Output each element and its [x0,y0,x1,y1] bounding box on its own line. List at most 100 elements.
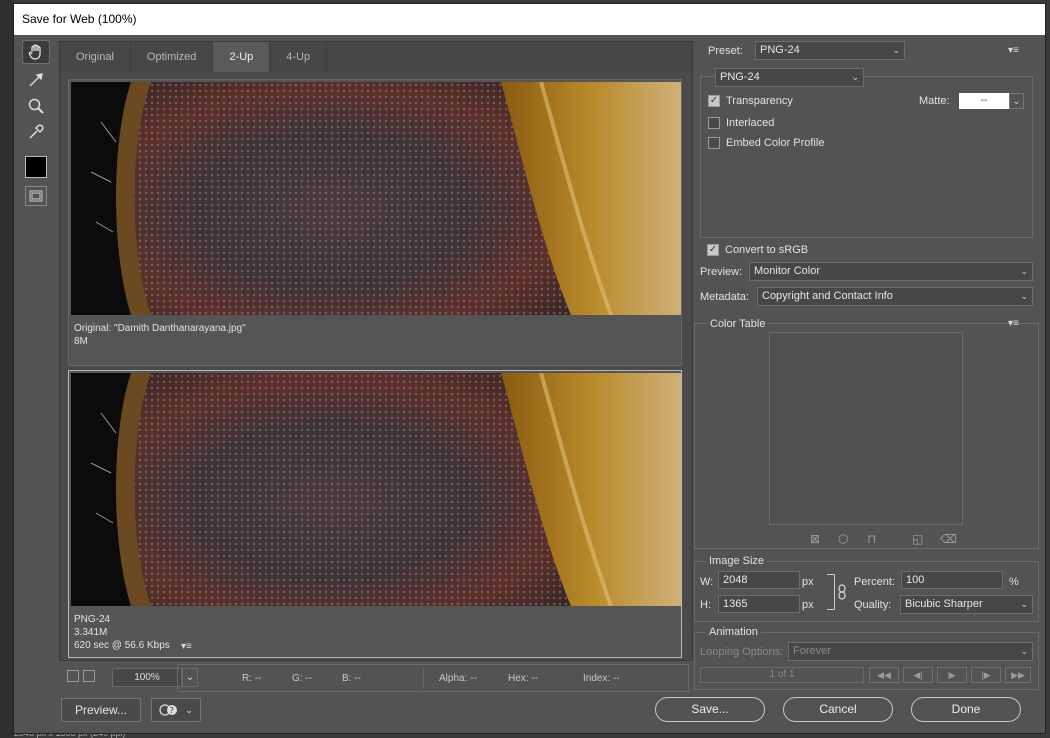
new-color-icon[interactable]: ◱ [912,532,923,546]
eyedropper-icon [29,124,44,139]
done-button[interactable]: Done [911,697,1021,722]
slice-select-icon [29,73,43,87]
metadata-label: Metadata: [700,291,749,303]
tab-2-up[interactable]: 2-Up [213,42,271,72]
chevron-down-icon: ⌄ [1020,266,1028,276]
tool-palette [22,40,50,220]
animation-title: Animation [706,626,761,638]
optimized-format: PNG-24 [74,614,111,625]
quality-label: Quality: [854,599,892,611]
preview-mode-label: Preview: [700,266,743,278]
zoom-level-field[interactable]: 100% [112,668,182,687]
tab-optimized[interactable]: Optimized [131,42,214,72]
preview-area: Original Optimized 2-Up 4-Up Original: "… [59,41,693,661]
save-for-web-dialog: Save for Web (100%) Original Optimized 2… [13,3,1046,734]
height-field[interactable]: 1365 [718,595,800,613]
tab-4-up[interactable]: 4-Up [270,42,328,72]
file-format-value: PNG-24 [720,71,760,83]
color-table-title: Color Table [708,318,768,330]
embed-color-profile-checkbox[interactable] [708,137,720,149]
hand-tool[interactable] [22,40,50,64]
metadata-value: Copyright and Contact Info [762,290,893,302]
percent-label: Percent: [854,576,895,588]
readout-g: G: -- [292,673,312,684]
original-preview-pane[interactable]: Original: "Damith Danthanarayana.jpg" 8M [68,79,682,366]
color-table-menu-button[interactable]: ▾≡ [1008,318,1019,329]
transparency-label: Transparency [726,95,793,107]
percent-unit: % [1009,576,1019,588]
chevron-down-icon: ⌄ [851,72,859,82]
eyedropper-color-swatch[interactable] [25,156,47,178]
original-filename: Original: "Damith Danthanarayana.jpg" [74,323,246,334]
trash-icon[interactable]: ⌫ [940,532,957,546]
matte-dropdown[interactable]: ⌄ [1009,93,1024,109]
convert-to-srgb-label: Convert to sRGB [725,244,809,256]
last-frame-button[interactable]: ▶▶ [1005,667,1031,683]
file-format-dropdown[interactable]: PNG-24 ⌄ [715,68,864,87]
browser-preview-button[interactable]: ? ⌄ [151,698,201,722]
optimized-preview-pane[interactable]: PNG-24 3.341M 620 sec @ 56.6 Kbps ▾≡ [68,370,682,658]
transparency-checkbox[interactable]: ✓ [708,95,720,107]
tab-original[interactable]: Original [60,42,131,72]
embed-color-profile-label: Embed Color Profile [726,137,825,149]
download-speed-menu[interactable]: ▾≡ [181,641,192,652]
optimized-download-time: 620 sec @ 56.6 Kbps [74,640,170,651]
workspace-left-strip [0,0,14,738]
looping-options-dropdown[interactable]: Forever ⌄ [788,642,1033,661]
color-readout: R: -- G: -- B: -- Alpha: -- Hex: -- Inde… [177,664,689,692]
eyedropper-tool[interactable] [22,120,50,144]
zoom-in-button[interactable] [83,670,95,682]
previous-frame-button[interactable]: ◀| [903,667,933,683]
zoom-out-button[interactable] [67,670,79,682]
quality-dropdown[interactable]: Bicubic Sharper ⌄ [900,595,1033,614]
optimize-menu-button[interactable]: ▾≡ [1008,45,1019,56]
lock-icon[interactable]: ⊓ [867,532,876,546]
zoom-icon [28,98,44,114]
next-frame-button[interactable]: |▶ [971,667,1001,683]
width-label: W: [700,576,714,588]
interlaced-checkbox[interactable] [708,117,720,129]
preset-label: Preset: [708,45,743,57]
optimized-image [71,373,681,606]
play-button[interactable]: ▶ [937,667,967,683]
chevron-down-icon: ⌄ [1020,291,1028,301]
width-unit: px [802,576,814,588]
looping-options-label: Looping Options: [700,646,784,658]
percent-field[interactable]: 100 [901,571,1003,589]
web-shift-icon[interactable]: ⊠ [810,532,820,546]
first-frame-button[interactable]: ◀◀ [869,667,899,683]
chevron-down-icon: ⌄ [892,45,900,55]
image-size-title: Image Size [706,555,768,567]
looping-options-value: Forever [793,645,831,657]
zoom-tool[interactable] [22,94,50,118]
matte-color-swatch[interactable]: -- [959,93,1009,109]
slice-select-tool[interactable] [22,68,50,92]
cancel-button[interactable]: Cancel [783,697,893,722]
view-tabs: Original Optimized 2-Up 4-Up [60,42,692,72]
interlaced-label: Interlaced [726,117,775,129]
preview-mode-dropdown[interactable]: Monitor Color ⌄ [749,262,1033,281]
convert-to-srgb-checkbox[interactable]: ✓ [707,244,719,256]
readout-hex: Hex: -- [508,673,538,684]
preset-dropdown[interactable]: PNG-24 ⌄ [755,41,905,60]
width-field[interactable]: 2048 [718,571,800,589]
original-size: 8M [74,336,88,347]
metadata-dropdown[interactable]: Copyright and Contact Info ⌄ [757,287,1033,306]
preview-button[interactable]: Preview... [61,698,141,722]
dialog-title: Save for Web (100%) [14,4,1045,35]
frame-counter: 1 of 1 [700,667,864,683]
constrain-bracket [827,574,835,610]
save-button[interactable]: Save... [655,697,765,722]
browser-icon: ? [159,704,178,716]
toggle-slices-visibility[interactable] [25,186,47,206]
hand-icon [28,44,41,60]
readout-divider [423,669,424,689]
link-icon[interactable] [837,584,847,600]
preset-value: PNG-24 [760,44,800,56]
height-unit: px [802,599,814,611]
web-snap-icon[interactable]: ⬡ [838,532,848,546]
readout-b: B: -- [342,673,361,684]
chevron-down-icon: ⌄ [1020,599,1028,609]
preview-mode-value: Monitor Color [754,265,821,277]
height-label: H: [700,599,711,611]
